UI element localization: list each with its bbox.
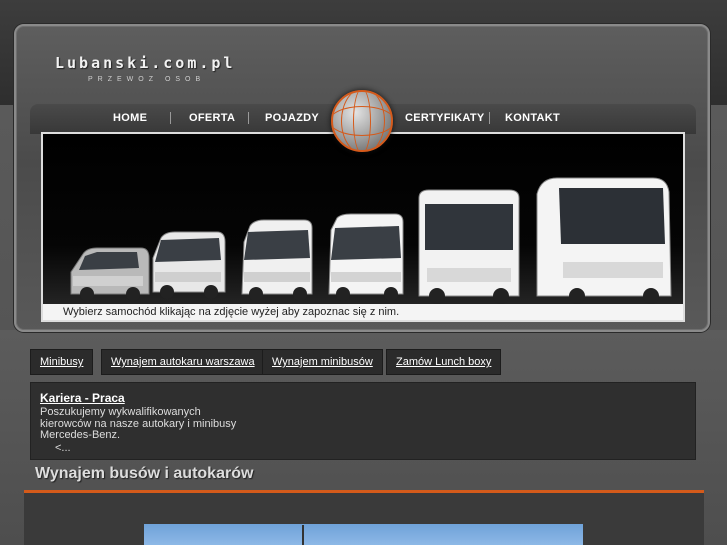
nav-separator — [248, 112, 249, 124]
banner-caption: Wybierz samochód klikając na zdjęcie wyż… — [41, 304, 685, 322]
nav-oferta[interactable]: OFERTA — [189, 112, 235, 124]
globe-logo-icon — [331, 90, 393, 152]
nav-kontakt[interactable]: KONTAKT — [505, 112, 560, 124]
nav-certyfikaty[interactable]: CERTYFIKATY — [405, 112, 484, 124]
content-photo — [144, 524, 583, 545]
nav-home[interactable]: HOME — [113, 112, 147, 124]
nav-pojazdy[interactable]: POJAZDY — [265, 112, 319, 124]
van-image[interactable] — [65, 242, 153, 304]
minibus-image[interactable] — [147, 228, 229, 302]
news-panel: Kariera - Praca Poszukujemy wykwalifikow… — [30, 382, 696, 460]
nav-separator — [170, 112, 171, 124]
vehicle-banner — [41, 132, 685, 322]
link-wynajem-minibusow[interactable]: Wynajem minibusów — [262, 349, 383, 375]
minibus-image[interactable] — [236, 218, 318, 304]
minibus-image[interactable] — [323, 212, 409, 304]
lamp-post-icon — [302, 525, 304, 545]
site-logo[interactable]: Lubanski.com.pl — [55, 54, 235, 72]
link-lunch-boxy[interactable]: Zamów Lunch boxy — [386, 349, 502, 375]
news-body: Poszukujemy wykwalifikowanych kierowców … — [40, 406, 237, 441]
news-more-link[interactable]: <... — [40, 442, 695, 454]
site-logo-subtitle: PRZEWOZ OSOB — [88, 76, 206, 83]
news-title-link[interactable]: Kariera - Praca — [40, 391, 695, 405]
nav-separator — [489, 112, 490, 124]
link-minibusy[interactable]: Minibusy — [30, 349, 94, 375]
coach-image[interactable] — [533, 174, 675, 306]
section-title: Wynajem busów i autokarów — [35, 465, 254, 482]
link-wynajem-autokaru[interactable]: Wynajem autokaru warszawa — [101, 349, 265, 375]
bus-image[interactable] — [415, 188, 523, 306]
